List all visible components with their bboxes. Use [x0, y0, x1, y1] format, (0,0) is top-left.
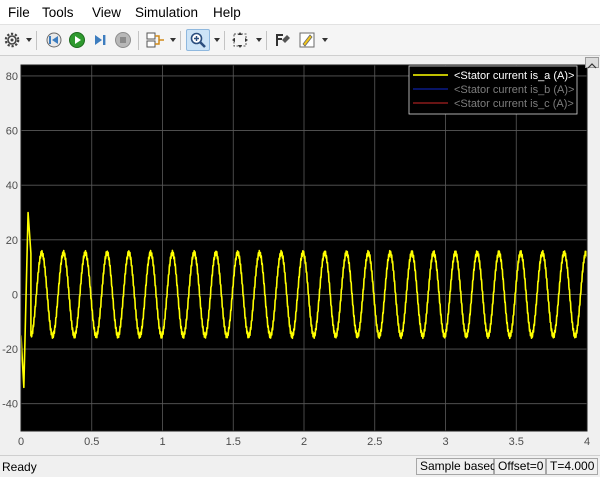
- restore-icon[interactable]: [585, 57, 599, 69]
- legend-entry-b: <Stator current is_b (A)>: [454, 84, 574, 96]
- chevron-down-icon[interactable]: [26, 38, 32, 42]
- menu-help[interactable]: Help: [213, 4, 241, 21]
- x-tick-label: 4: [584, 436, 590, 448]
- x-tick-label: 0: [18, 436, 24, 448]
- toolbar-separator: [224, 31, 225, 50]
- x-tick-label: 2.5: [367, 436, 382, 448]
- style-icon[interactable]: [272, 29, 294, 51]
- toolbar-separator: [36, 31, 37, 50]
- menu-view[interactable]: View: [92, 4, 121, 21]
- y-tick-label: 60: [6, 126, 18, 138]
- chevron-down-icon[interactable]: [170, 38, 176, 42]
- y-tick-label: -40: [2, 399, 18, 411]
- menu-bar: File Tools View Simulation Help: [0, 0, 600, 24]
- y-tick-label: 40: [6, 180, 18, 192]
- y-tick-label: 20: [6, 235, 18, 247]
- y-tick-label: 80: [6, 71, 18, 83]
- scope-chart[interactable]: 0 0.5 1 1.5 2 2.5 3 3.5 4 -40 -20 0 20 40 60 80 <Stator…: [0, 57, 600, 454]
- run-icon[interactable]: [66, 29, 88, 51]
- highlight-icon[interactable]: [296, 29, 318, 51]
- chevron-down-icon[interactable]: [214, 38, 220, 42]
- fit-view-icon[interactable]: [229, 29, 251, 51]
- plot-area: 0 0.5 1 1.5 2 2.5 3 3.5 4 -40 -20 0 20 40 60 80 <Stator…: [0, 57, 600, 454]
- gear-icon[interactable]: [2, 29, 22, 51]
- toolbar-separator: [138, 31, 139, 50]
- x-tick-label: 3.5: [509, 436, 524, 448]
- step-forward-icon[interactable]: [90, 29, 110, 51]
- chevron-down-icon[interactable]: [256, 38, 262, 42]
- step-back-icon[interactable]: [42, 29, 64, 51]
- status-sample-mode: Sample based: [416, 458, 497, 475]
- x-tick-label: 2: [301, 436, 307, 448]
- toolbar-separator: [266, 31, 267, 50]
- status-bar: Ready Sample based Offset=0 T=4.000: [0, 455, 600, 477]
- toolbar-separator: [180, 31, 181, 50]
- y-tick-label: -20: [2, 344, 18, 356]
- legend-entry-a: <Stator current is_a (A)>: [454, 70, 574, 82]
- y-tick-label: 0: [12, 289, 18, 301]
- signal-select-icon[interactable]: [144, 29, 166, 51]
- toolbar: [0, 24, 600, 56]
- status-offset: Offset=0: [494, 458, 546, 475]
- x-tick-label: 1.5: [226, 436, 241, 448]
- legend-entry-c: <Stator current is_c (A)>: [454, 98, 574, 110]
- menu-tools[interactable]: Tools: [42, 4, 74, 21]
- x-tick-label: 1: [159, 436, 165, 448]
- legend[interactable]: <Stator current is_a (A)> <Stator curren…: [408, 65, 578, 115]
- stop-icon[interactable]: [112, 29, 134, 51]
- x-tick-label: 3: [442, 436, 448, 448]
- chevron-down-icon[interactable]: [322, 38, 328, 42]
- zoom-icon[interactable]: [186, 29, 210, 51]
- menu-file[interactable]: File: [8, 4, 30, 21]
- status-time: T=4.000: [546, 458, 598, 475]
- x-tick-label: 0.5: [84, 436, 99, 448]
- status-ready: Ready: [2, 460, 37, 474]
- menu-simulation[interactable]: Simulation: [135, 4, 198, 21]
